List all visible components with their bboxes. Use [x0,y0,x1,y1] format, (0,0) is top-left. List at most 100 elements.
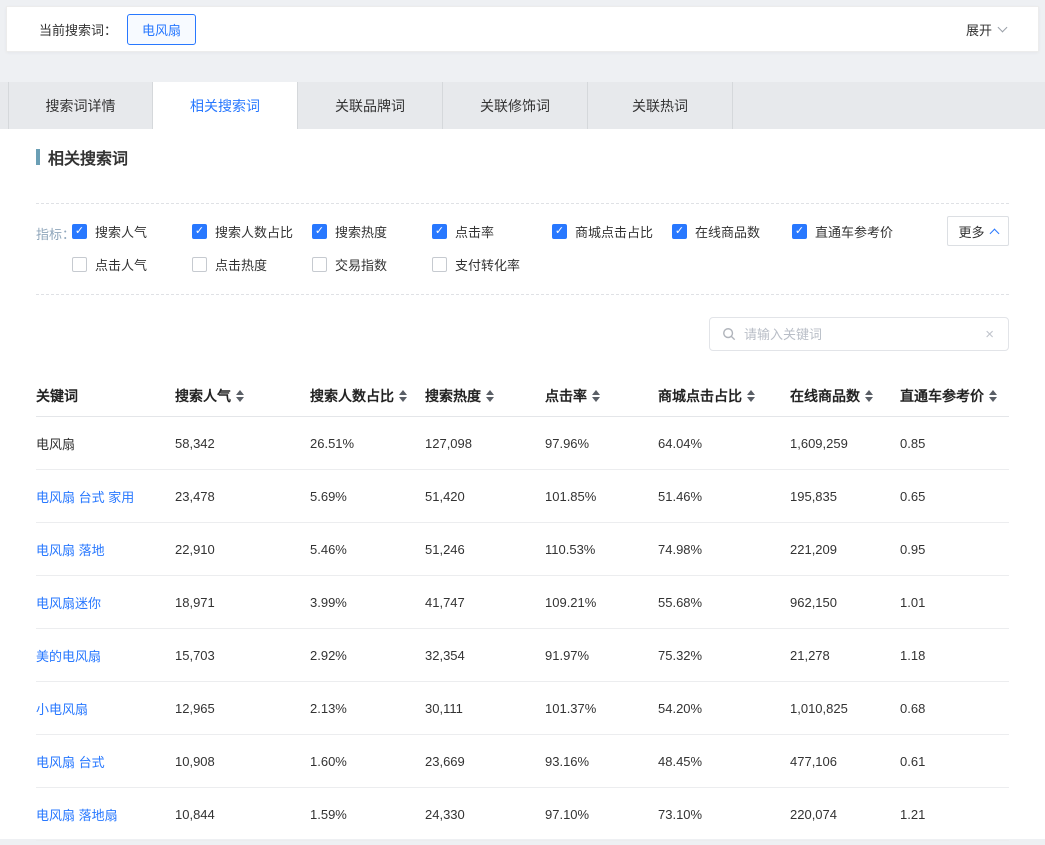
metrics-row-1: 搜索人气 搜索人数占比 搜索热度 点击率 商城点击占比在线商品数直通车参考价 [72,222,1009,241]
keyword-search-box[interactable]: × [709,317,1009,351]
cell-value: 18,971 [175,595,310,610]
cell-value: 1,010,825 [790,701,900,716]
metric-checkbox[interactable]: 搜索人数占比 [192,222,312,241]
column-header[interactable]: 搜索人数占比 [310,386,425,406]
keyword-text: 电风扇 [36,434,175,453]
cell-value: 0.61 [900,754,1009,769]
table-row: 电风扇58,34226.51%127,09897.96%64.04%1,609,… [36,417,1009,470]
cell-value: 1.59% [310,807,425,822]
sort-icon[interactable] [236,390,244,402]
cell-value: 24,330 [425,807,545,822]
metric-label: 商城点击占比 [575,222,653,241]
keyword-link[interactable]: 电风扇 台式 家用 [36,487,175,506]
column-header[interactable]: 在线商品数 [790,386,900,406]
cell-value: 110.53% [545,542,658,557]
metric-checkbox[interactable]: 在线商品数 [672,222,792,241]
column-header[interactable]: 搜索热度 [425,386,545,406]
cell-value: 30,111 [425,701,545,716]
metric-checkbox[interactable]: 点击人气 [72,255,192,274]
sort-icon[interactable] [399,390,407,402]
expand-toggle[interactable]: 展开 [966,20,1006,39]
cell-value: 58,342 [175,436,310,451]
column-header-label: 关键词 [36,386,78,406]
column-header-label: 搜索人气 [175,386,231,406]
tab-1[interactable]: 搜索词详情 [8,82,153,129]
sort-icon[interactable] [486,390,494,402]
metric-checkbox[interactable]: 点击热度 [192,255,312,274]
metric-checkbox[interactable]: 点击率 [432,222,552,241]
metric-checkbox[interactable]: 商城点击占比 [552,222,672,241]
cell-value: 51.46% [658,489,790,504]
cell-value: 1.01 [900,595,1009,610]
cell-value: 12,965 [175,701,310,716]
checkbox-checked-icon [792,224,807,239]
sort-icon[interactable] [592,390,600,402]
cell-value: 477,106 [790,754,900,769]
metric-checkbox[interactable]: 直通车参考价 [792,222,912,241]
cell-value: 0.85 [900,436,1009,451]
cell-value: 10,844 [175,807,310,822]
metric-label: 交易指数 [335,255,387,274]
keyword-link[interactable]: 电风扇 台式 [36,752,175,771]
metric-label: 点击热度 [215,255,267,274]
tab-3[interactable]: 关联品牌词 [298,82,443,129]
cell-value: 3.99% [310,595,425,610]
tab-label: 相关搜索词 [190,96,260,116]
tab-label: 关联品牌词 [335,96,405,116]
metric-checkbox[interactable]: 交易指数 [312,255,432,274]
cell-value: 48.45% [658,754,790,769]
checkbox-checked-icon [552,224,567,239]
tab-5[interactable]: 关联热词 [588,82,733,129]
metric-checkbox[interactable]: 搜索热度 [312,222,432,241]
metric-label: 搜索人数占比 [215,222,293,241]
metric-checkbox[interactable]: 支付转化率 [432,255,552,274]
cell-value: 97.96% [545,436,658,451]
checkbox-checked-icon [192,224,207,239]
clear-icon[interactable]: × [983,326,996,343]
metric-checkbox[interactable]: 搜索人气 [72,222,192,241]
column-header[interactable]: 搜索人气 [175,386,310,406]
sort-icon[interactable] [747,390,755,402]
search-input[interactable] [744,327,983,342]
table-row: 小电风扇12,9652.13%30,111101.37%54.20%1,010,… [36,682,1009,735]
column-header-label: 直通车参考价 [900,386,984,406]
cell-value: 97.10% [545,807,658,822]
cell-value: 51,420 [425,489,545,504]
keyword-link[interactable]: 美的电风扇 [36,646,175,665]
checkbox-unchecked-icon [432,257,447,272]
column-header-label: 搜索热度 [425,386,481,406]
tab-label: 关联热词 [632,96,688,116]
cell-value: 0.68 [900,701,1009,716]
cell-value: 41,747 [425,595,545,610]
cell-value: 195,835 [790,489,900,504]
keyword-link[interactable]: 小电风扇 [36,699,175,718]
cell-value: 962,150 [790,595,900,610]
keyword-link[interactable]: 电风扇迷你 [36,593,175,612]
keyword-link[interactable]: 电风扇 落地扇 [36,805,175,824]
section-accent-bar [36,149,40,165]
sort-icon[interactable] [989,390,997,402]
metrics-filter-block: 指标： 搜索人气搜索人数占比搜索热度点击率商城点击占比在线商品数直通车参考价 点… [36,203,1009,295]
search-term-tag[interactable]: 电风扇 [127,14,196,45]
column-header[interactable]: 点击率 [545,386,658,406]
expand-label: 展开 [966,20,992,39]
cell-value: 22,910 [175,542,310,557]
sort-icon[interactable] [865,390,873,402]
more-button[interactable]: 更多 [947,216,1009,246]
chevron-up-icon [989,228,999,238]
cell-value: 5.69% [310,489,425,504]
cell-value: 101.85% [545,489,658,504]
column-header-label: 在线商品数 [790,386,860,406]
tab-4[interactable]: 关联修饰词 [443,82,588,129]
metric-label: 搜索热度 [335,222,387,241]
cell-value: 221,209 [790,542,900,557]
more-button-label: 更多 [958,222,984,241]
cell-value: 64.04% [658,436,790,451]
tab-2-active[interactable]: 相关搜索词 [153,82,298,129]
keyword-link[interactable]: 电风扇 落地 [36,540,175,559]
column-header[interactable]: 商城点击占比 [658,386,790,406]
column-header[interactable]: 直通车参考价 [900,386,1009,406]
keywords-table: 关键词 搜索人气 搜索人数占比搜索热度 点击率商城点击占比在线商品数 直通车参考价 电风… [36,375,1009,841]
main-panel: 相关搜索词 指标： 搜索人气搜索人数占比搜索热度点击率商城点击占比在线商品数直通… [0,129,1045,839]
cell-value: 2.13% [310,701,425,716]
